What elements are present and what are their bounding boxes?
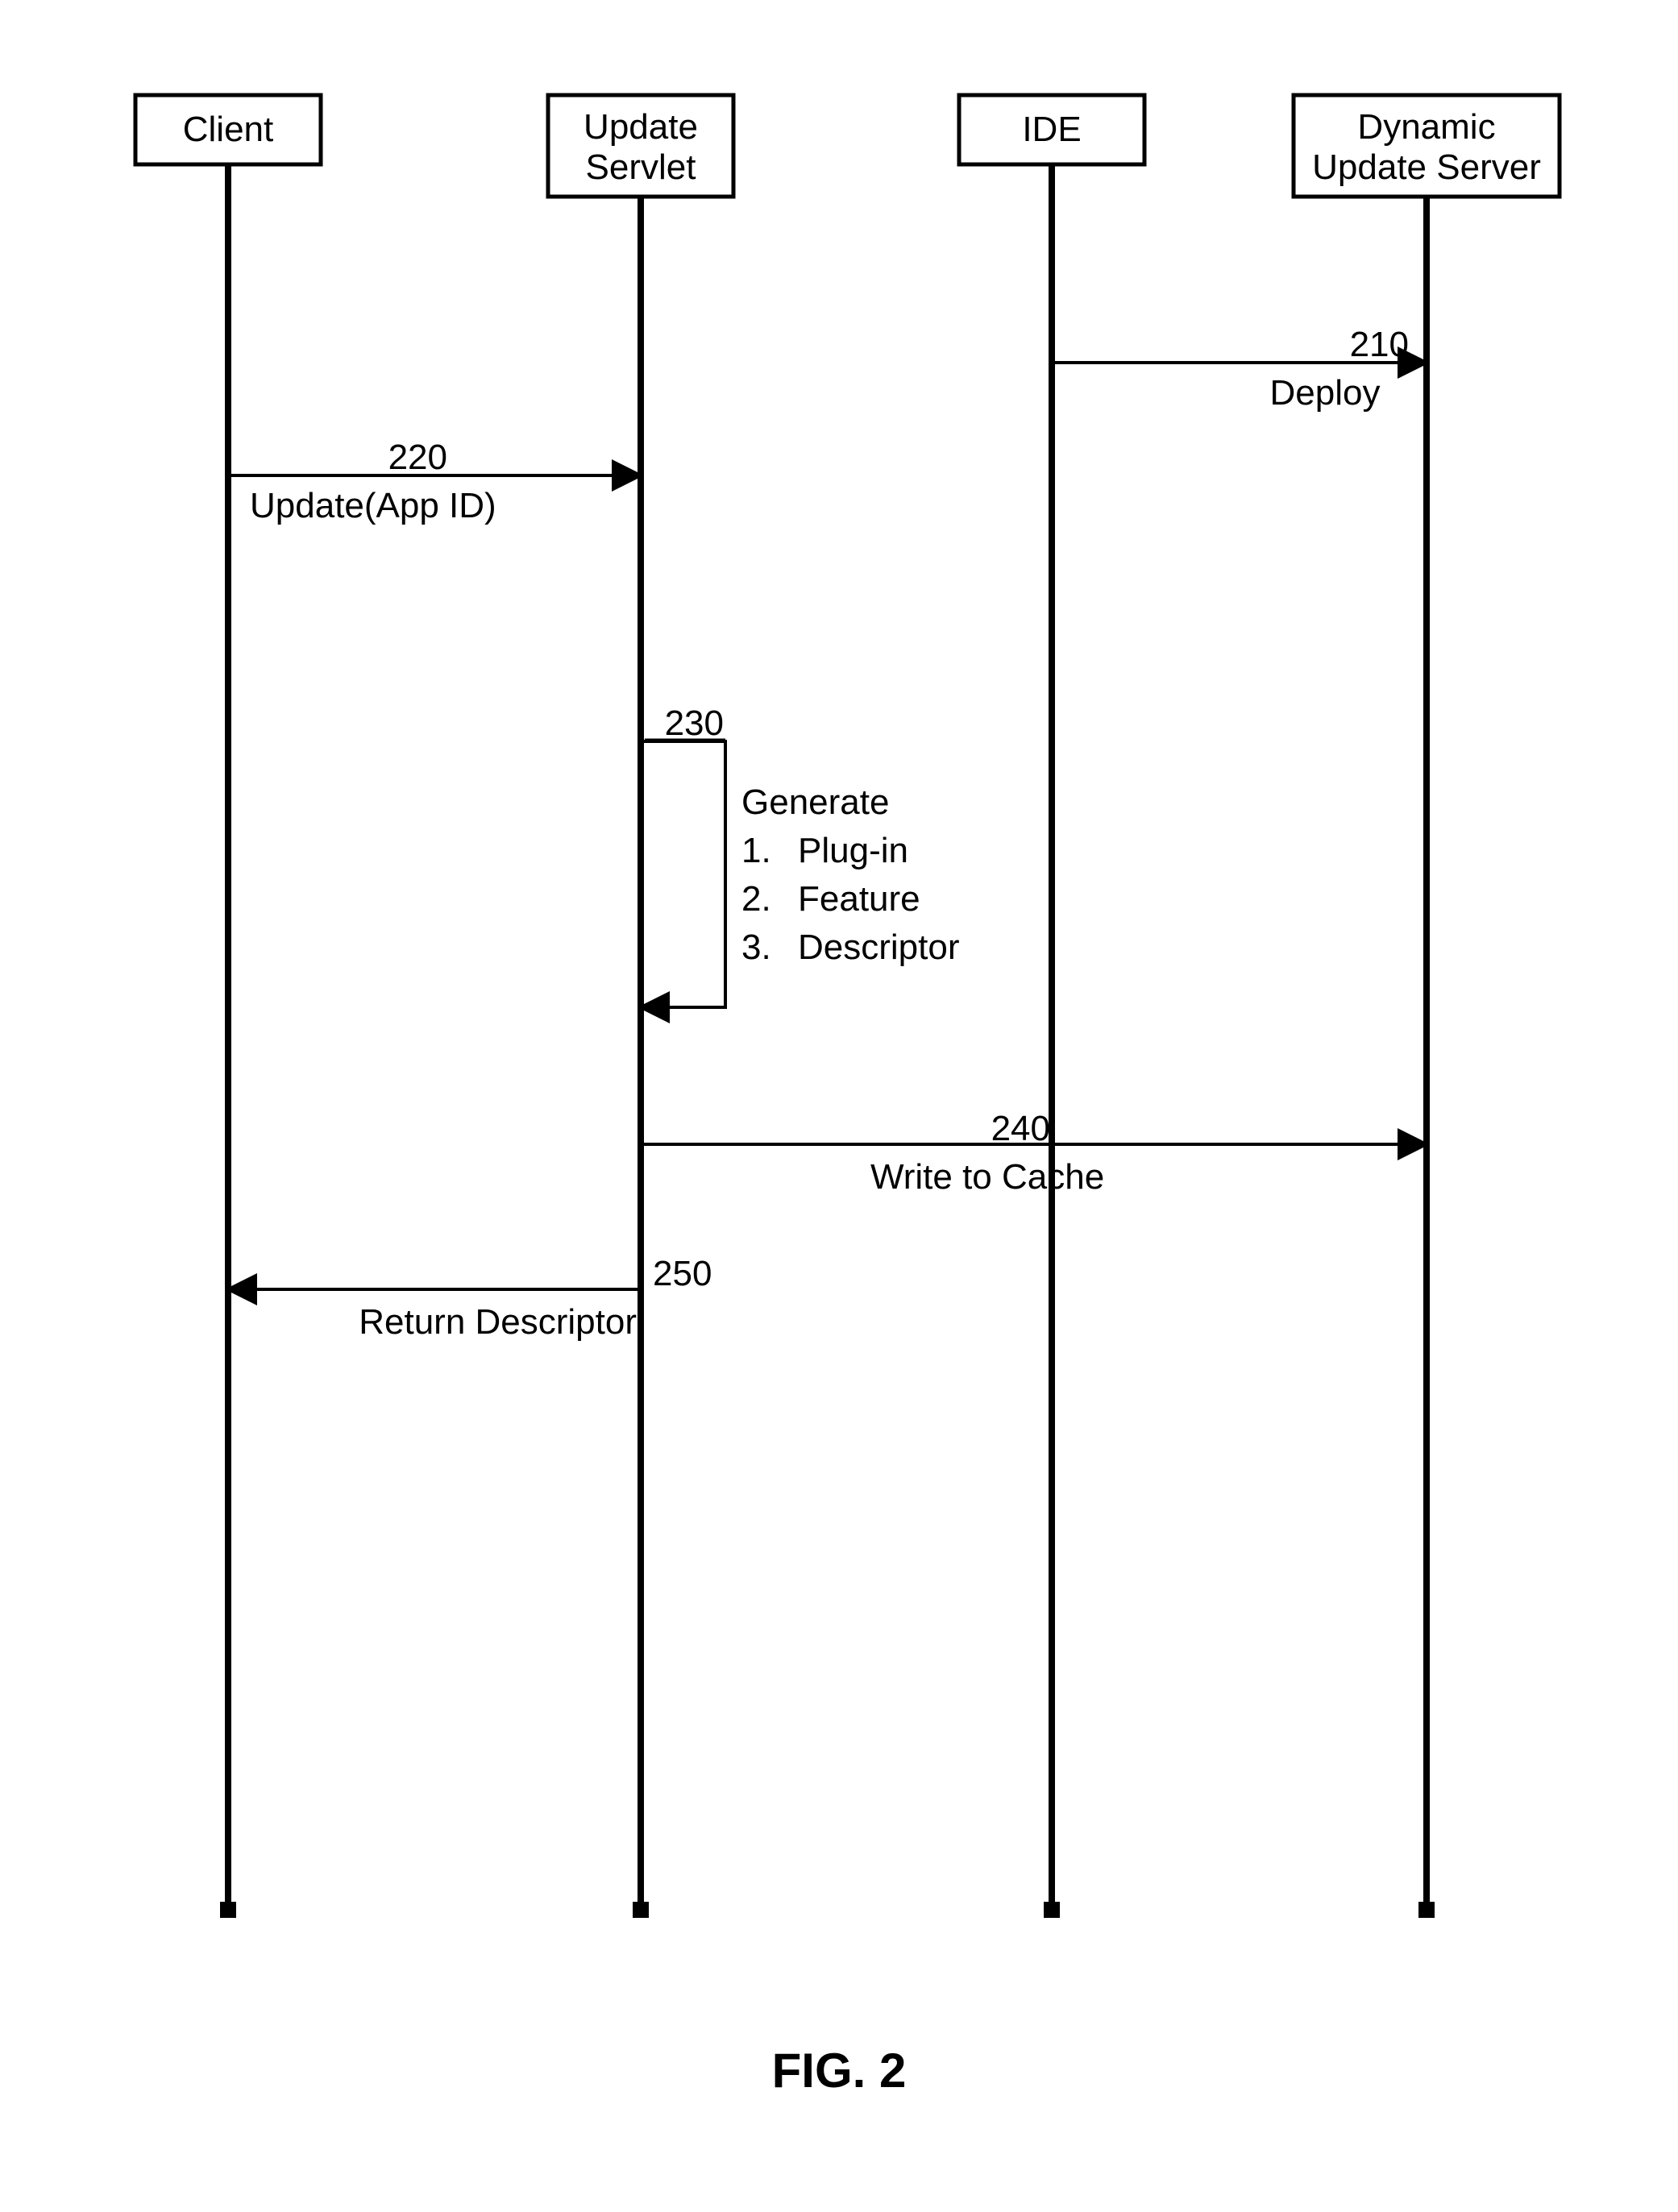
message-220-update: 220 Update(App ID) (228, 438, 641, 525)
message-230-generate: 230 Generate 1. Plug-in 2. Feature 3. De… (641, 703, 960, 1007)
participant-dynamic-update-server: Dynamic Update Server (1294, 95, 1560, 1918)
message-210-deploy: 210 Deploy (1052, 325, 1427, 413)
message-250-number: 250 (653, 1254, 712, 1293)
message-230-item-2: 2. (741, 879, 771, 919)
participant-ide: IDE (959, 95, 1144, 1918)
message-230-item-1-text: Plug-in (798, 831, 908, 870)
participant-ide-label: IDE (1022, 110, 1081, 149)
participant-dus-label-1: Dynamic (1357, 107, 1495, 147)
message-230-label: Generate (741, 782, 889, 822)
message-240-write-to-cache: 240 Write to Cache (641, 1109, 1427, 1197)
message-220-number: 220 (388, 438, 447, 477)
participant-update-servlet-label-1: Update (584, 107, 698, 147)
participant-client-label: Client (183, 110, 274, 149)
message-220-label: Update(App ID) (250, 486, 496, 525)
message-210-label: Deploy (1270, 373, 1381, 413)
participant-client: Client (135, 95, 321, 1918)
message-210-number: 210 (1350, 325, 1409, 364)
participant-update-servlet-label-2: Servlet (586, 147, 696, 187)
message-240-number: 240 (991, 1109, 1050, 1148)
message-250-label: Return Descriptor (359, 1302, 637, 1342)
message-230-item-2-text: Feature (798, 879, 920, 919)
sequence-diagram: Client Update Servlet IDE Dynamic Update… (0, 0, 1678, 2212)
message-230-number: 230 (665, 703, 724, 743)
figure-title: FIG. 2 (772, 2044, 907, 2098)
message-230-item-3: 3. (741, 928, 771, 967)
participant-dus-label-2: Update Server (1312, 147, 1541, 187)
message-240-label: Write to Cache (870, 1157, 1104, 1197)
message-230-item-3-text: Descriptor (798, 928, 960, 967)
message-230-item-1: 1. (741, 831, 771, 870)
